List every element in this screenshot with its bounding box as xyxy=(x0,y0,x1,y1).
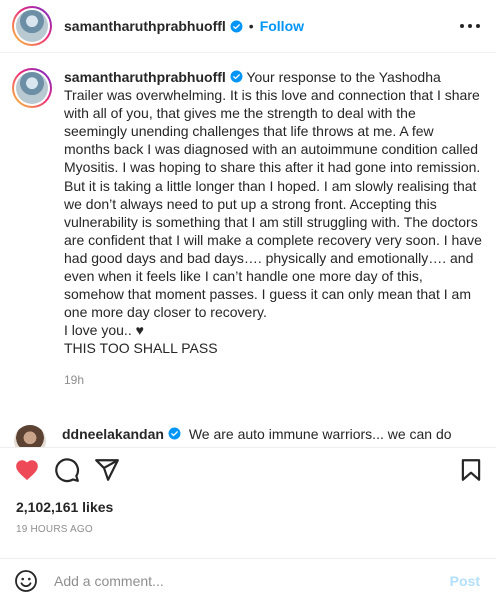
share-icon[interactable] xyxy=(94,457,120,483)
comment-text: We are auto immune warriors... we can do xyxy=(188,426,452,442)
comment-input[interactable] xyxy=(54,573,450,589)
likes-count[interactable]: 2,102,161 likes xyxy=(16,499,113,515)
posted-time: 19 HOURS AGO xyxy=(16,524,93,535)
caption: samantharuthprabhuoffl Your response to … xyxy=(12,68,482,389)
caption-text: Your response to the Yashodha Trailer wa… xyxy=(64,69,482,357)
action-bar xyxy=(0,453,496,485)
caption-time[interactable]: 19h xyxy=(64,371,482,389)
comment-avatar[interactable] xyxy=(14,425,46,447)
separator-dot: • xyxy=(248,18,254,34)
heart-icon[interactable] xyxy=(14,457,40,483)
more-icon[interactable] xyxy=(460,18,480,34)
comments-divider xyxy=(0,447,496,448)
add-comment-bar: Post xyxy=(0,559,496,603)
verified-icon xyxy=(230,20,243,32)
profile-avatar[interactable] xyxy=(12,6,52,46)
header-username[interactable]: samantharuthprabhuoffl xyxy=(64,18,226,34)
caption-avatar[interactable] xyxy=(12,68,52,108)
emoji-icon[interactable] xyxy=(14,569,38,593)
verified-icon xyxy=(230,70,243,83)
comment-username[interactable]: ddneelakandan xyxy=(62,426,164,442)
verified-icon xyxy=(168,427,181,440)
follow-button[interactable]: Follow xyxy=(260,18,304,34)
comment-item: ddneelakandan We are auto immune warrior… xyxy=(14,425,484,447)
post-header: samantharuthprabhuoffl • Follow xyxy=(0,0,496,52)
comment-content: ddneelakandan We are auto immune warrior… xyxy=(62,425,452,447)
header-divider xyxy=(0,52,496,53)
comment-icon[interactable] xyxy=(54,457,80,483)
post-button[interactable]: Post xyxy=(450,573,480,589)
caption-username[interactable]: samantharuthprabhuoffl xyxy=(64,69,226,85)
caption-body: samantharuthprabhuoffl Your response to … xyxy=(64,68,482,389)
bookmark-icon[interactable] xyxy=(458,457,484,483)
